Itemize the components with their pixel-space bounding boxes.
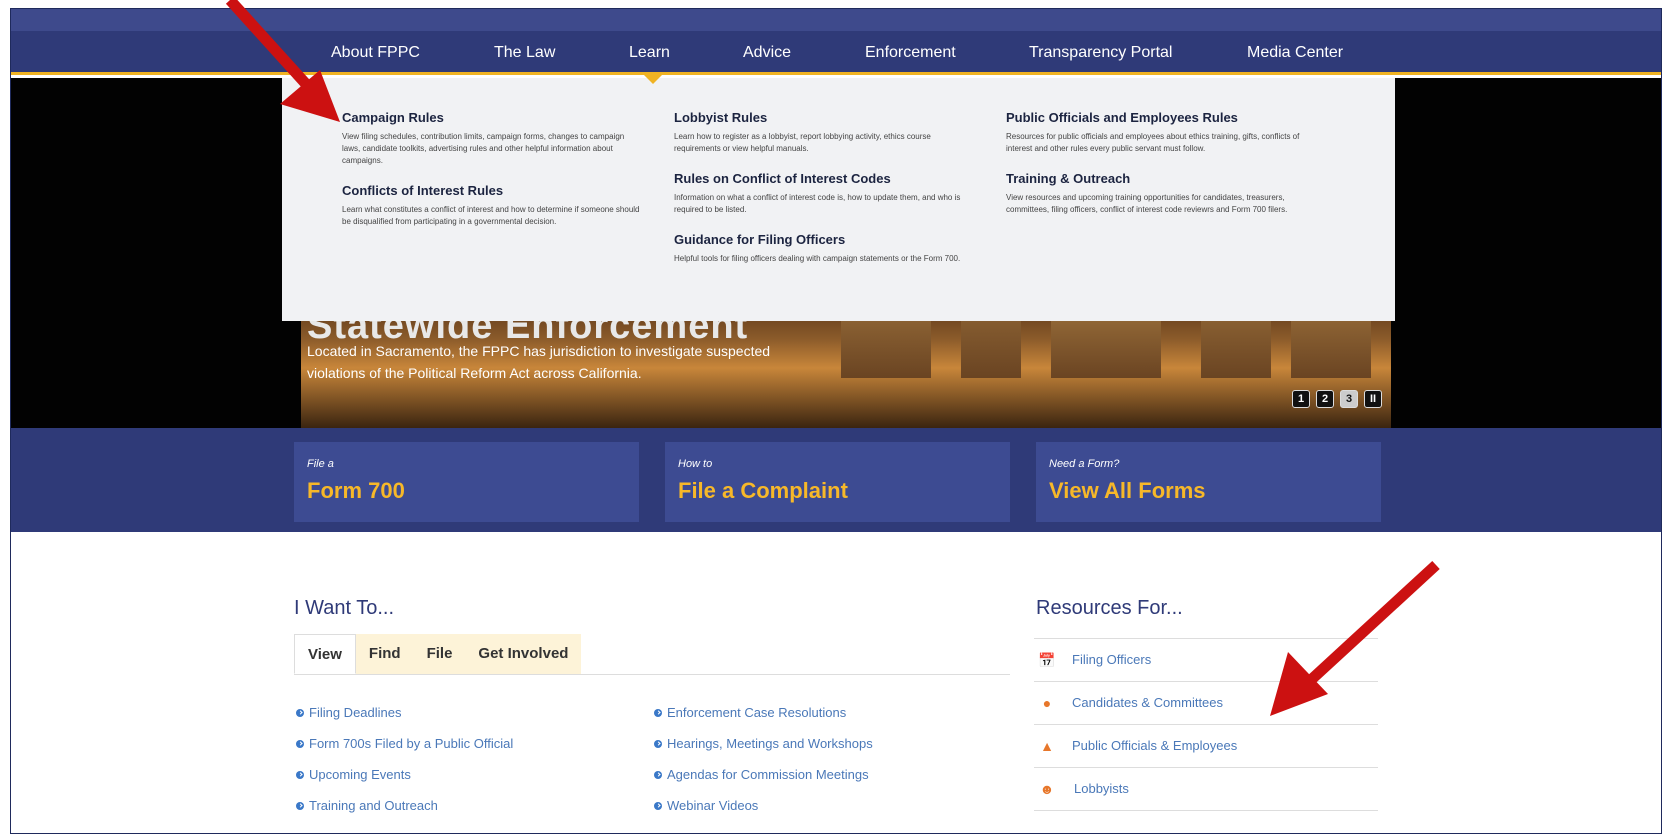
annotation-arrows bbox=[225, 0, 1440, 716]
arrow-bottom-right bbox=[1270, 560, 1440, 716]
arrow-top-left bbox=[225, 0, 340, 122]
